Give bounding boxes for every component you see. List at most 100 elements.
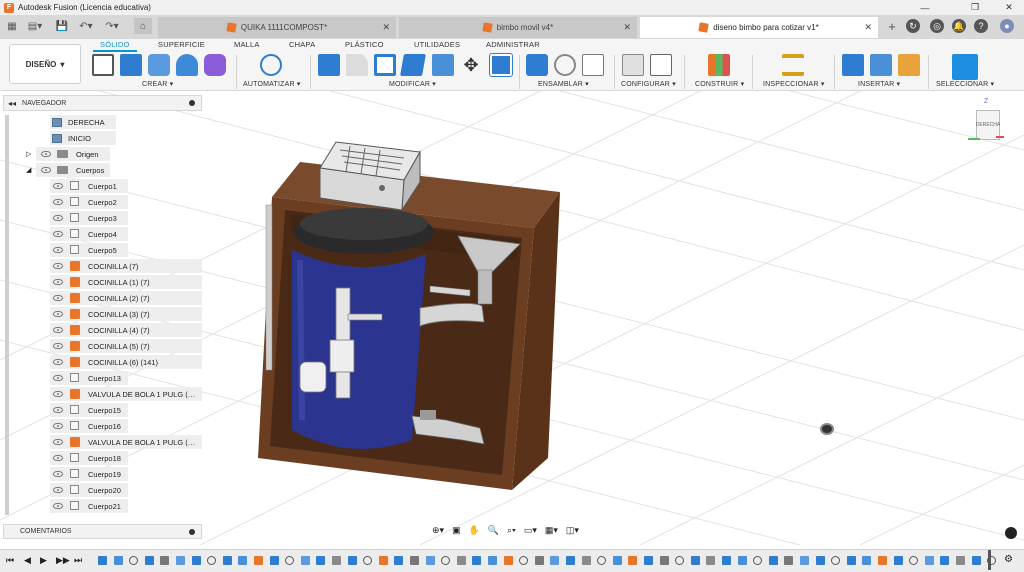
timeline-feature-icon[interactable] (207, 556, 217, 565)
visibility-eye-icon[interactable] (53, 247, 63, 253)
fit-icon[interactable]: ⌕▾ (507, 525, 516, 536)
tree-item[interactable]: Cuerpo16 (0, 419, 202, 433)
tree-item[interactable]: Cuerpo2 (0, 195, 202, 209)
redo-icon[interactable]: ↷▾ (104, 18, 120, 34)
move-icon[interactable]: ✥ (460, 54, 482, 76)
tree-item[interactable]: COCINILLA (5) (7) (0, 339, 202, 353)
tab-superficie[interactable]: SUPERFICIE (158, 40, 205, 49)
workspace-switcher[interactable]: DISEÑO ▾ (9, 44, 81, 84)
sweep-icon[interactable] (176, 54, 198, 76)
offset-face-icon[interactable] (432, 54, 454, 76)
tree-item[interactable]: Cuerpo15 (0, 403, 202, 417)
job-status-icon[interactable]: ◎ (930, 19, 944, 33)
timeline-feature-icon[interactable] (768, 556, 778, 565)
extensions-icon[interactable]: ↻ (906, 19, 920, 33)
visibility-eye-icon[interactable] (53, 471, 63, 477)
insert-derive-icon[interactable] (842, 54, 864, 76)
timeline-feature-icon[interactable] (675, 556, 685, 565)
visibility-eye-icon[interactable] (41, 151, 51, 157)
timeline-feature-icon[interactable] (238, 556, 248, 565)
tree-item[interactable]: INICIO (0, 131, 202, 145)
timeline-feature-icon[interactable] (831, 556, 841, 565)
timeline-feature-icon[interactable] (285, 556, 295, 565)
close-tab-icon[interactable]: ✕ (623, 22, 631, 33)
timeline-feature-icon[interactable] (160, 556, 170, 565)
group-automatizar[interactable]: AUTOMATIZAR ▾ (243, 80, 301, 88)
group-insertar[interactable]: INSERTAR ▾ (858, 80, 900, 88)
new-tab-button[interactable]: + (884, 18, 900, 34)
tree-item[interactable]: COCINILLA (4) (7) (0, 323, 202, 337)
avatar[interactable]: ● (1000, 19, 1014, 33)
visibility-eye-icon[interactable] (53, 391, 63, 397)
timeline-feature-icon[interactable] (909, 556, 919, 565)
tab-solido[interactable]: SÓLIDO (100, 40, 130, 49)
timeline-feature-icon[interactable] (410, 556, 419, 565)
close-tab-icon[interactable]: ✕ (382, 22, 390, 33)
tree-item[interactable]: Cuerpo4 (0, 227, 202, 241)
tab-administrar[interactable]: ADMINISTRAR (486, 40, 540, 49)
tree-item[interactable]: COCINILLA (2) (7) (0, 291, 202, 305)
timeline-feature-icon[interactable] (191, 556, 201, 565)
tab-diseno-bimbo[interactable]: diseno bimbo para cotizar v1* ✕ (640, 17, 878, 38)
visibility-eye-icon[interactable] (53, 327, 63, 333)
visibility-eye-icon[interactable] (53, 199, 63, 205)
close-tab-icon[interactable]: ✕ (864, 22, 872, 33)
tree-item[interactable]: COCINILLA (7) (0, 259, 202, 273)
notifications-icon[interactable]: 🔔 (952, 19, 966, 33)
tree-item[interactable]: COCINILLA (3) (7) (0, 307, 202, 321)
timeline-feature-icon[interactable] (394, 556, 404, 565)
timeline-feature-icon[interactable] (144, 556, 154, 565)
timeline-feature-icon[interactable] (815, 556, 825, 565)
timeline-feature-icon[interactable] (176, 556, 185, 565)
help-icon[interactable]: ? (974, 19, 988, 33)
visibility-eye-icon[interactable] (53, 311, 63, 317)
timeline-feature-icon[interactable] (456, 556, 466, 565)
timeline-feature-icon[interactable] (441, 556, 451, 565)
select-icon[interactable] (952, 54, 978, 80)
group-construir[interactable]: CONSTRUIR ▾ (695, 80, 744, 88)
timeline-feature-icon[interactable] (956, 556, 965, 565)
timeline-feature-icon[interactable] (269, 556, 279, 565)
visibility-eye-icon[interactable] (53, 439, 63, 445)
tab-bimbo-movil[interactable]: bimbo movil v4* ✕ (399, 17, 637, 38)
visibility-eye-icon[interactable] (41, 167, 51, 173)
timeline-feature-icon[interactable] (332, 556, 341, 565)
table-icon[interactable] (650, 54, 672, 76)
timeline-feature-icon[interactable] (581, 556, 591, 565)
visibility-eye-icon[interactable] (53, 487, 63, 493)
visibility-eye-icon[interactable] (53, 455, 63, 461)
visibility-eye-icon[interactable] (53, 279, 63, 285)
timeline-feature-icon[interactable] (113, 556, 123, 565)
group-crear[interactable]: CREAR ▾ (142, 80, 173, 88)
timeline-feature-icon[interactable] (893, 556, 903, 565)
automate-icon[interactable] (260, 54, 282, 76)
orbit-icon[interactable]: ⊕▾ (432, 525, 444, 536)
minimize-button[interactable]: — (910, 0, 940, 15)
timeline-feature-icon[interactable] (550, 556, 560, 565)
revolve-icon[interactable] (148, 54, 170, 76)
new-component-icon[interactable] (526, 54, 548, 76)
timeline-feature-icon[interactable] (566, 556, 575, 565)
timeline-feature-icon[interactable] (472, 556, 482, 565)
group-modificar[interactable]: MODIFICAR ▾ (389, 80, 436, 88)
timeline-feature-icon[interactable] (690, 556, 700, 565)
insert-image-icon[interactable] (870, 54, 892, 76)
group-inspeccionar[interactable]: INSPECCIONAR ▾ (763, 80, 825, 88)
look-at-icon[interactable]: ▣ (452, 525, 461, 536)
visibility-eye-icon[interactable] (53, 343, 63, 349)
tree-item[interactable]: COCINILLA (1) (7) (0, 275, 202, 289)
tab-utilidades[interactable]: UTILIDADES (414, 40, 460, 49)
pan-icon[interactable]: ✋ (469, 525, 480, 536)
timeline-feature-icon[interactable] (940, 556, 950, 565)
tab-chapa[interactable]: CHAPA (289, 40, 315, 49)
tree-item[interactable]: Cuerpo13 (0, 371, 202, 385)
tree-item[interactable]: ▷ Origen (0, 147, 202, 161)
timeline-feature-icon[interactable] (363, 556, 373, 565)
close-button[interactable]: ✕ (994, 0, 1024, 15)
zoom-icon[interactable]: 🔍 (488, 525, 499, 536)
visibility-eye-icon[interactable] (53, 231, 63, 237)
tree-item[interactable]: VALVULA DE BOLA 1 PULG (… (0, 387, 202, 401)
tab-plastico[interactable]: PLÁSTICO (345, 40, 384, 49)
timeline-start-icon[interactable]: ⏮ (6, 555, 14, 566)
tree-item[interactable]: Cuerpo20 (0, 483, 202, 497)
